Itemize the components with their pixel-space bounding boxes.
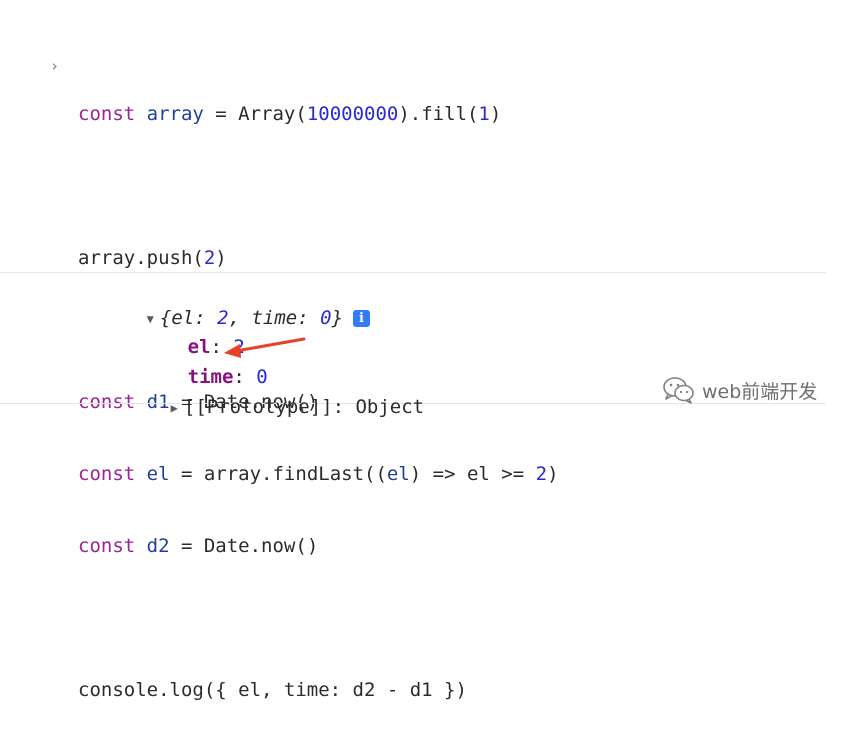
number: 2 xyxy=(203,247,216,269)
variable: d2 xyxy=(146,535,170,557)
prototype-row[interactable]: ▶ [[Prototype]]: Object xyxy=(102,371,424,444)
prototype-key: [[Prototype]] xyxy=(183,396,333,418)
code-line-2: array.push(2) xyxy=(78,246,559,270)
preview-key: time xyxy=(251,307,298,329)
code-text: ) xyxy=(489,103,502,125)
code-text: ).fill( xyxy=(398,103,479,125)
watermark: web前端开发 xyxy=(662,374,817,406)
code-text: ) xyxy=(547,463,559,485)
code-line-4: const el = array.findLast((el) => el >= … xyxy=(78,462,559,486)
red-arrow-annotation-icon xyxy=(224,337,306,358)
console-input-entry[interactable]: › const array = Array(10000000).fill(1 ) … xyxy=(0,44,826,701)
prompt-chevron-icon: › xyxy=(50,57,60,75)
keyword: const xyxy=(78,103,136,125)
devtools-console: › const array = Array(10000000).fill(1 ) … xyxy=(0,0,854,701)
keyword: const xyxy=(78,535,136,557)
info-icon[interactable]: i xyxy=(353,310,371,327)
number: 10000000 xyxy=(306,103,399,125)
code-line-1: const array = Array(10000000).fill(1) xyxy=(78,102,559,126)
code-text: ) xyxy=(215,247,227,269)
parameter: el xyxy=(386,463,410,485)
keyword: const xyxy=(78,463,136,485)
separator: : xyxy=(297,307,321,329)
code-line-6: console.log({ el, time: d2 - d1 }) xyxy=(78,678,559,702)
code-text: console.log({ el, time: d2 - d1 }) xyxy=(78,679,467,701)
prototype-value: Object xyxy=(355,396,425,418)
code-text: ) => el >= xyxy=(409,463,536,485)
preview-value: 0 xyxy=(320,307,332,329)
code-line-5: const d2 = Date.now() xyxy=(78,534,559,558)
separator: : xyxy=(332,396,356,418)
variable: el xyxy=(146,463,170,485)
expand-triangle-right-icon[interactable]: ▶ xyxy=(171,396,178,420)
variable: array xyxy=(146,103,204,125)
code-text: = Array( xyxy=(203,103,307,125)
watermark-text: web前端开发 xyxy=(702,380,818,403)
brace: } xyxy=(331,307,344,329)
code-text: = Date.now() xyxy=(169,535,319,557)
number: 1 xyxy=(478,103,490,125)
code-text: array.push( xyxy=(78,247,204,269)
wechat-logo-icon xyxy=(663,377,694,404)
number: 2 xyxy=(535,463,548,485)
code-text: = array.findLast(( xyxy=(169,463,387,485)
